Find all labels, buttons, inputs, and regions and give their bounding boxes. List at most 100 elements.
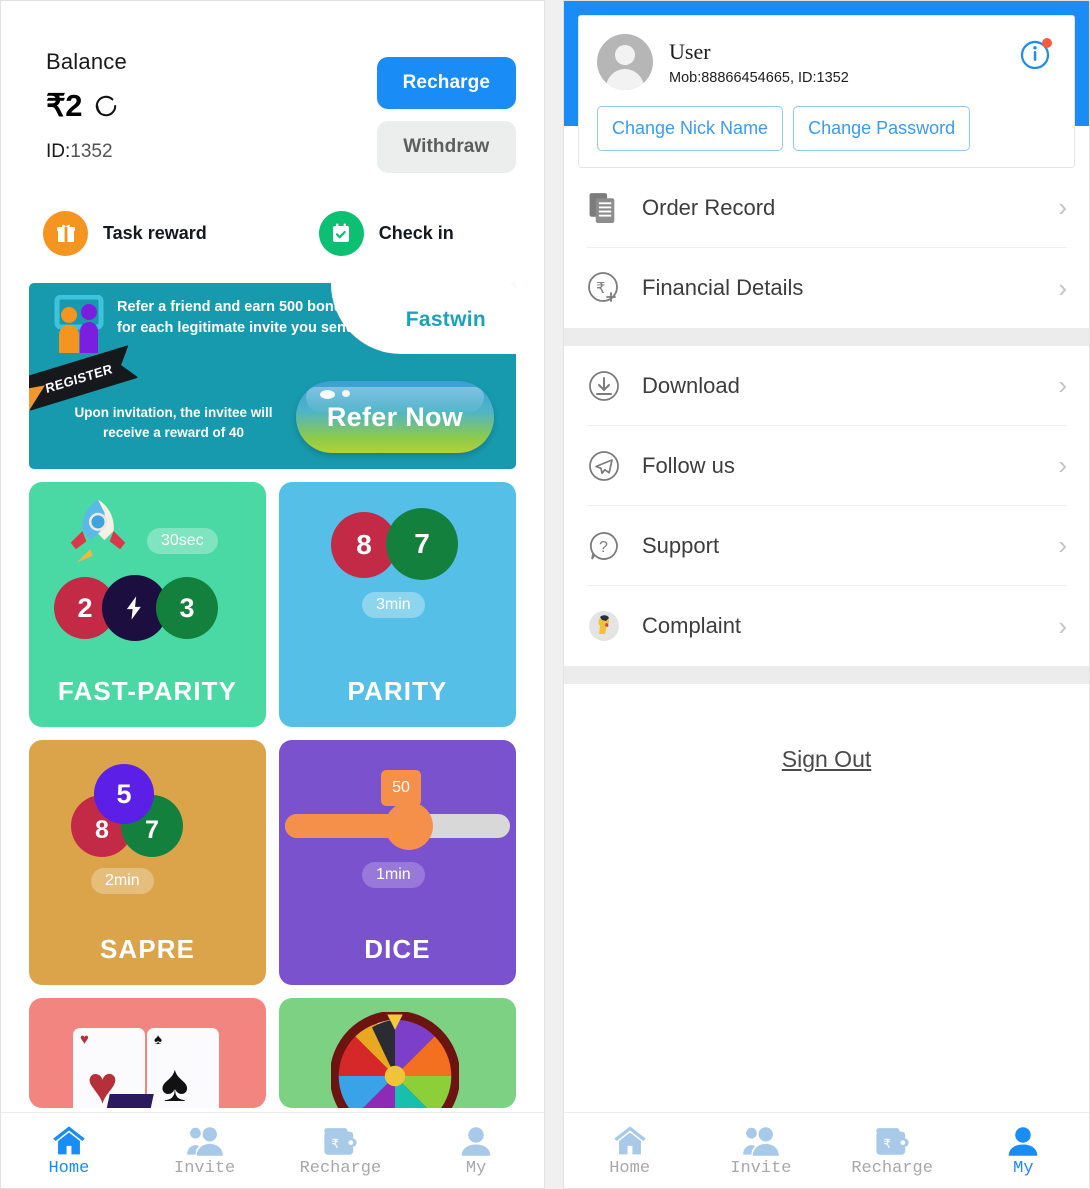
menu-item-financial-details[interactable]: ₹ Financial Details › (586, 248, 1067, 328)
svg-text:₹: ₹ (596, 280, 606, 297)
menu-label-support: Support (642, 532, 720, 558)
referral-banner[interactable]: Fastwin Refer a friend and earn 500 bonu… (29, 283, 516, 469)
register-ribbon-label: REGISTER (44, 360, 114, 396)
check-in-label: Check in (378, 222, 454, 243)
home-panel: Balance ₹2 ID:1352 Recharge Withdraw Tas… (0, 0, 545, 1189)
menu-item-order-record[interactable]: Order Record › (586, 168, 1067, 248)
nav-item-my[interactable]: My (408, 1123, 544, 1178)
profile-text: User Mob:88866454665, ID:1352 (669, 39, 849, 86)
refer-now-button[interactable]: Refer Now (296, 381, 494, 453)
info-icon[interactable] (1020, 36, 1054, 70)
menu-label-follow-us: Follow us (642, 452, 735, 478)
parity-timer: 3min (362, 592, 425, 618)
app-screen: Balance ₹2 ID:1352 Recharge Withdraw Tas… (0, 0, 1090, 1189)
home-icon (613, 1123, 647, 1157)
menu-item-download[interactable]: Download › (586, 346, 1067, 426)
menu-label-financial-details: Financial Details (642, 275, 804, 300)
invite-icon (186, 1123, 223, 1157)
change-password-button[interactable]: Change Password (793, 106, 971, 151)
profile-action-buttons: Change Nick Name Change Password (597, 106, 1056, 151)
question-chat-icon: ? (586, 528, 622, 564)
account-id-value: 1352 (70, 141, 113, 162)
gift-icon (43, 210, 88, 256)
telegram-circle-icon (586, 448, 622, 484)
wallet-icon: ₹ (875, 1123, 910, 1157)
dice-timer: 1min (362, 862, 425, 888)
fast-parity-ball-2: 3 (156, 577, 218, 639)
task-reward-label: Task reward (103, 222, 207, 243)
fast-parity-art: 30sec 2 3 (29, 482, 266, 671)
change-nick-name-button[interactable]: Change Nick Name (597, 106, 784, 151)
avatar[interactable] (597, 34, 653, 90)
sapre-timer: 2min (91, 868, 154, 894)
svg-text:?: ? (599, 539, 608, 556)
refresh-icon[interactable] (93, 93, 119, 119)
parity-ball-2: 7 (386, 508, 458, 580)
user-icon (460, 1123, 492, 1157)
svg-text:₹: ₹ (331, 1137, 339, 1151)
recharge-button[interactable]: Recharge (376, 57, 516, 109)
avatar-body-shape (606, 69, 644, 90)
home-icon (52, 1123, 86, 1157)
fast-parity-timer: 30sec (147, 528, 218, 554)
sign-out-link[interactable]: Sign Out (782, 746, 872, 772)
menu-group-misc: Download › Follow us › ? Support › Compl… (564, 346, 1089, 666)
menu-item-support[interactable]: ? Support › (586, 506, 1067, 586)
banner-subtext: Upon invitation, the invitee will receiv… (74, 405, 273, 440)
wallet-icon: ₹ (323, 1123, 358, 1157)
refer-people-icon (47, 294, 109, 362)
nav-item-invite[interactable]: Invite (695, 1123, 826, 1178)
game-card-cards[interactable]: ♥ ♥ ♠ ♠ (29, 998, 266, 1108)
nav-item-invite[interactable]: Invite (137, 1123, 273, 1178)
nav-item-recharge[interactable]: ₹ Recharge (273, 1123, 409, 1178)
banner-headline: Refer a friend and earn 500 bonus for ea… (117, 299, 359, 336)
nav-item-home[interactable]: Home (1, 1123, 137, 1178)
menu-group-account: Order Record › ₹ Financial Details › (564, 168, 1089, 328)
brand-logo: Fastwin (405, 308, 486, 331)
account-id-label: ID: (46, 141, 71, 162)
game-card-fast-parity[interactable]: 30sec 2 3 FAST-PARITY (29, 482, 266, 727)
nav-item-home[interactable]: Home (564, 1123, 695, 1178)
chevron-right-icon: › (1058, 192, 1067, 222)
game-card-wheel[interactable] (279, 998, 516, 1108)
profile-panel: User Mob:88866454665, ID:1352 Change Nic… (563, 0, 1090, 1189)
game-grid: 30sec 2 3 FAST-PARITY 8 7 3min PARITY 5 … (1, 469, 544, 1108)
withdraw-button[interactable]: Withdraw (376, 121, 516, 173)
button-highlight-dot (320, 390, 335, 399)
game-card-sapre[interactable]: 5 8 7 2min SAPRE (29, 740, 266, 985)
check-in-action[interactable]: Check in (318, 210, 454, 256)
chevron-right-icon: › (1058, 610, 1067, 641)
nav-label-my: My (465, 1159, 487, 1178)
card-base-shape (104, 1094, 154, 1108)
game-card-dice[interactable]: 50 1min DICE (279, 740, 516, 985)
button-highlight-dot-small (342, 390, 350, 397)
chevron-right-icon: › (1058, 450, 1067, 480)
card-spades: ♠ ♠ (147, 1028, 219, 1108)
chevron-right-icon: › (1058, 530, 1067, 560)
dice-art: 50 1min (279, 740, 516, 929)
bottom-navigation-right: Home Invite ₹ Recharge My (564, 1112, 1089, 1188)
menu-item-complaint[interactable]: Complaint › (586, 586, 1067, 666)
balance-amount: ₹2 (46, 88, 82, 123)
menu-group-divider (564, 328, 1089, 346)
documents-icon (586, 190, 622, 226)
nav-label-home: Home (609, 1159, 651, 1178)
parity-title: PARITY (347, 676, 448, 706)
nav-item-recharge[interactable]: ₹ Recharge (827, 1123, 958, 1178)
refer-now-label: Refer Now (326, 401, 464, 432)
dice-slider-thumb[interactable] (385, 802, 433, 850)
sign-out-section: Sign Out (564, 684, 1089, 773)
task-reward-action[interactable]: Task reward (43, 210, 207, 256)
nav-item-my[interactable]: My (958, 1123, 1089, 1178)
menu-item-follow-us[interactable]: Follow us › (586, 426, 1067, 506)
sapre-title: SAPRE (99, 934, 196, 964)
dice-title: DICE (364, 934, 431, 964)
wheel-art (279, 998, 516, 1108)
game-card-parity[interactable]: 8 7 3min PARITY (279, 482, 516, 727)
chevron-right-icon: › (1058, 272, 1067, 303)
rupee-circle-plus-icon: ₹ (586, 270, 622, 306)
menu-label-download: Download (642, 372, 740, 398)
calendar-check-icon (318, 210, 364, 256)
nav-label-recharge: Recharge (299, 1159, 382, 1178)
parity-art: 8 7 3min (279, 482, 516, 671)
